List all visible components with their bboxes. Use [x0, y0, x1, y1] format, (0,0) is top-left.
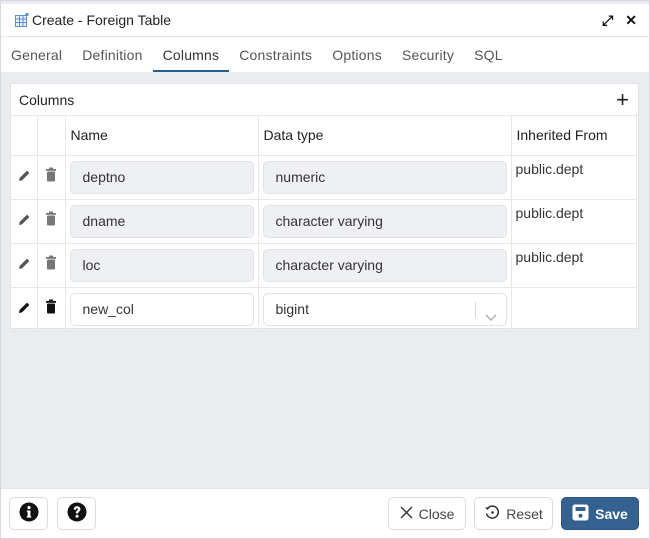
column-data-type-value: bigint: [275, 300, 309, 317]
foreign-table-icon: [15, 13, 29, 27]
tab-general[interactable]: General: [1, 37, 72, 72]
reset-icon: [484, 504, 500, 523]
column-data-type-field: numeric: [262, 160, 507, 194]
columns-panel-header: Columns +: [11, 84, 638, 116]
column-inherited-from: [511, 287, 637, 332]
add-column-button[interactable]: +: [616, 88, 629, 110]
column-name-field: dname: [69, 204, 254, 238]
edit-icon[interactable]: [17, 211, 31, 227]
trash-icon[interactable]: [44, 299, 58, 315]
header-delete: [37, 116, 66, 156]
close-x-icon: [400, 506, 413, 522]
select-separator: [474, 301, 476, 318]
expand-icon[interactable]: ⤢: [602, 12, 613, 28]
tab-constraints[interactable]: Constraints: [229, 37, 322, 72]
chevron-down-icon[interactable]: [485, 303, 497, 321]
tab-sql[interactable]: SQL: [464, 37, 513, 72]
tab-columns[interactable]: Columns: [152, 37, 230, 72]
title-bar[interactable]: Create - Foreign Table ⤢ ✕: [1, 4, 649, 37]
trash-icon[interactable]: [44, 167, 58, 183]
columns-panel-title: Columns: [19, 91, 75, 108]
table-row: deptno numeric public.dept: [11, 155, 637, 200]
column-data-type-select[interactable]: bigint: [262, 292, 507, 326]
edit-icon[interactable]: [17, 167, 31, 183]
header-edit: [11, 116, 38, 156]
column-data-type-field: character varying: [262, 204, 507, 238]
column-name-input[interactable]: new_col: [69, 292, 254, 326]
close-icon[interactable]: ✕: [625, 12, 637, 28]
tab-options[interactable]: Options: [322, 37, 392, 72]
column-inherited-from: public.dept: [511, 243, 637, 288]
help-icon: [67, 502, 87, 525]
table-row: new_col bigint: [11, 287, 637, 332]
close-button-label: Close: [418, 505, 455, 522]
save-button[interactable]: Save: [561, 497, 639, 530]
column-data-type-field: character varying: [262, 248, 507, 282]
dialog-footer: Close Reset Save: [1, 488, 649, 538]
column-name-field: loc: [69, 248, 254, 282]
header-inherited-from[interactable]: Inherited From: [511, 116, 637, 156]
tab-definition[interactable]: Definition: [72, 37, 152, 72]
save-button-label: Save: [595, 505, 628, 522]
edit-icon[interactable]: [17, 299, 31, 315]
columns-table: Name Data type Inherited From deptno num…: [11, 116, 637, 332]
trash-icon[interactable]: [44, 255, 58, 271]
tab-security[interactable]: Security: [392, 37, 464, 72]
table-row: dname character varying public.dept: [11, 199, 637, 244]
info-icon: [19, 502, 39, 525]
reset-button-label: Reset: [506, 505, 543, 522]
tab-bar: General Definition Columns Constraints O…: [1, 37, 649, 72]
reset-button[interactable]: Reset: [474, 497, 553, 530]
column-inherited-from: public.dept: [511, 199, 637, 244]
trash-icon[interactable]: [44, 211, 58, 227]
column-name-field: deptno: [69, 160, 254, 194]
close-button[interactable]: Close: [388, 497, 466, 530]
info-button[interactable]: [9, 497, 48, 530]
table-header-row: Name Data type Inherited From: [11, 116, 637, 156]
columns-panel: Columns + Name Data type Inherited From: [10, 83, 639, 332]
save-icon: [572, 504, 589, 524]
table-row: loc character varying public.dept: [11, 243, 637, 288]
edit-icon[interactable]: [17, 255, 31, 271]
dialog-title: Create - Foreign Table: [32, 12, 172, 28]
header-data-type[interactable]: Data type: [258, 116, 512, 156]
header-name[interactable]: Name: [65, 116, 259, 156]
help-button[interactable]: [57, 497, 96, 530]
column-inherited-from: public.dept: [511, 155, 637, 200]
create-foreign-table-dialog: Create - Foreign Table ⤢ ✕ General Defin…: [0, 0, 650, 539]
